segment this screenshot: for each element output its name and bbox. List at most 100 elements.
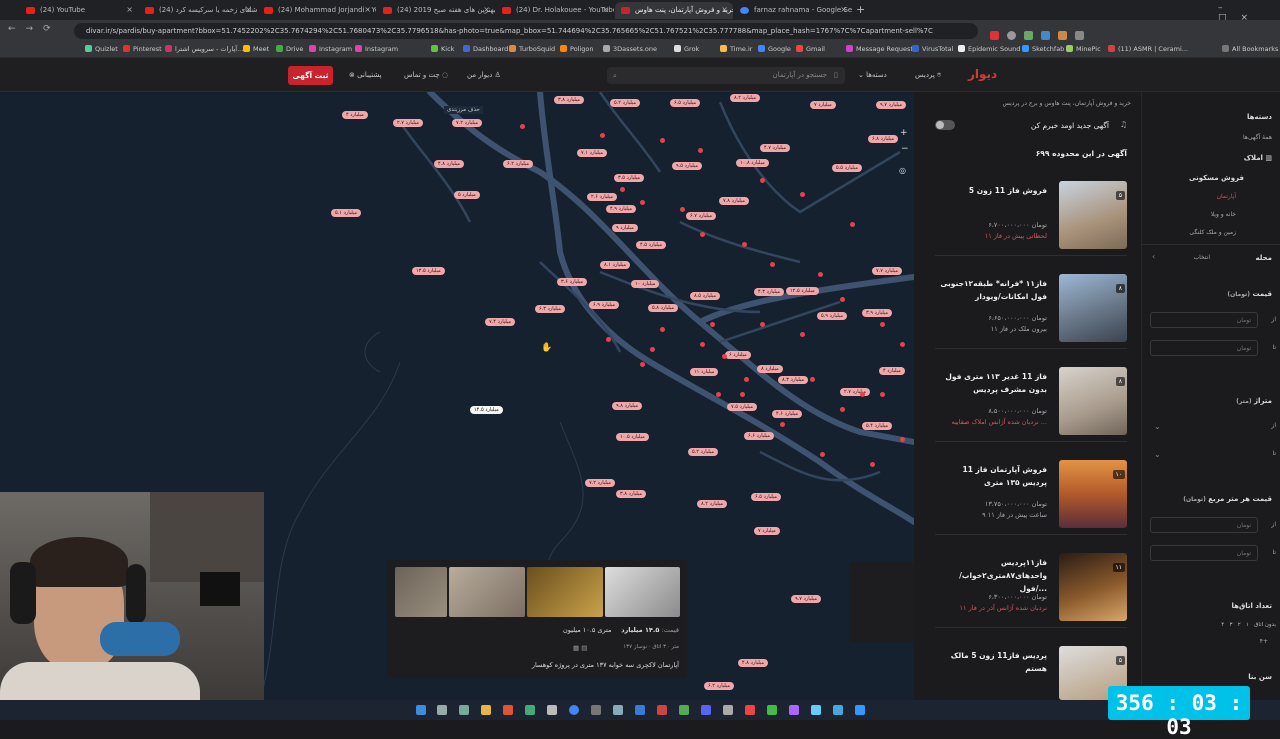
listing-dot[interactable] [640,362,645,367]
room-options[interactable]: بدون اتاق ۱ ۲ ۳ ۴ [1166,622,1276,628]
listing-dot[interactable] [698,148,703,153]
price-pin[interactable]: ۱۰.۵ میلیارد [616,433,649,441]
app-icon[interactable] [525,705,535,715]
price-pin[interactable]: ۴.۷ میلیارد [760,144,791,152]
price-pin[interactable]: ۱۱ میلیارد [690,368,719,376]
post-ad-button[interactable]: ثبت آگهی [288,66,333,85]
listing-dot[interactable] [742,242,747,247]
bookmark[interactable]: آپارات - سرویس اشترا... [165,45,243,53]
listing-dot[interactable] [818,272,823,277]
listing-dot[interactable] [800,192,805,197]
ppm-min-input[interactable]: تومان [1150,517,1258,533]
listing-dot[interactable] [760,178,765,183]
bookmark[interactable]: MinePic [1066,45,1101,53]
bookmark[interactable]: TurboSquid [509,45,555,53]
all-ads-link[interactable]: همهٔ آگهی‌ها [1243,134,1272,141]
search-input[interactable]: جستجو در آپارتمان [607,67,845,84]
zoom-in-icon[interactable]: + [900,128,908,138]
bookmark[interactable]: 3Dassets.one [603,45,657,53]
bookmark[interactable]: Gmail [796,45,825,53]
price-pin[interactable]: ۷ میلیارد [810,101,836,109]
price-pin[interactable]: ۶.۷ میلیارد [686,212,717,220]
bookmark-icon[interactable]: ▯ [834,71,838,79]
price-pin[interactable]: ۹.۷ میلیارد [791,595,822,603]
close-icon[interactable]: × [245,5,252,14]
categories-dropdown[interactable]: ⌄ دسته‌ها [858,71,887,79]
browser-tab[interactable]: (24) Dr. Holakouee - YouTube × [496,2,614,19]
room-option-4plus[interactable]: ۴+ [1260,638,1268,645]
listing-dot[interactable] [680,207,685,212]
price-pin[interactable]: ۸.۵ میلیارد [690,292,721,300]
close-icon[interactable]: × [840,5,847,14]
neighborhood-filter[interactable]: محله [1256,254,1272,262]
price-pin[interactable]: ۶.۲ میلیارد [704,682,735,690]
listing-dot[interactable] [820,452,825,457]
browser-tab[interactable]: (24) شلنای زخمه یا سرکیسه کرد...× [139,2,257,19]
price-pin[interactable]: ۴.۵ میلیارد [636,241,667,249]
browser-tab[interactable]: (24) Mohammad Jorjandi - You...× [258,2,376,19]
price-pin[interactable]: ۶.۳ میلیارد [535,305,566,313]
price-pin[interactable]: ۶ میلیارد [725,351,751,359]
ppm-max-input[interactable]: تومان [1150,545,1258,561]
price-pin[interactable]: ۷.۸ میلیارد [719,197,750,205]
price-min-input[interactable]: تومان [1150,312,1258,328]
app-icon[interactable] [459,705,469,715]
price-pin[interactable]: ۶.۸ میلیارد [868,135,899,143]
bookmark[interactable]: Sketchfab [1022,45,1064,53]
browser-tab-active[interactable]: خرید و فروش آپارتمان، پنت هاوس...× [615,2,733,19]
divar-logo[interactable]: دیوار [968,67,997,81]
settings-icon[interactable] [547,705,557,715]
app-icon[interactable] [613,705,623,715]
price-pin[interactable]: ۷.۵ میلیارد [727,403,758,411]
bookmark[interactable]: Instagram [355,45,398,53]
app-icon[interactable] [723,705,733,715]
listing-dot[interactable] [900,437,905,442]
price-pin[interactable]: ۹.۵ میلیارد [672,162,703,170]
price-pin[interactable]: ۵.۱ میلیارد [331,209,362,217]
price-pin[interactable]: ۶.۹ میلیارد [589,301,620,309]
bookmark[interactable]: Poligon [560,45,594,53]
price-pin[interactable]: ۵.۹ میلیارد [817,312,848,320]
browser-tab[interactable]: farnaz rahnama - Google Search× [734,2,852,19]
listing-item[interactable]: ۱۰ فروش آپارتمان فاز 11 پردیس ۱۳۵ متری ۱… [935,453,1127,535]
locate-icon[interactable]: ◎ [899,166,906,175]
price-pin[interactable]: ۹.۸ میلیارد [612,402,643,410]
support-link[interactable]: ⊗ پشتیبانی [349,71,382,79]
price-pin[interactable]: ۴ میلیارد [879,367,905,375]
listing-dot[interactable] [870,462,875,467]
app-icon[interactable] [811,705,821,715]
price-pin[interactable]: ۷.۲ میلیارد [585,479,616,487]
price-pin[interactable]: ۶.۲ میلیارد [503,160,534,168]
listing-item[interactable]: ۸ فاز 11 غدیر ۱۱۳ متری فول بدون مشرف پرد… [935,360,1127,442]
bookmark[interactable]: All Bookmarks [1222,45,1278,53]
listing-dot[interactable] [880,322,885,327]
price-pin[interactable]: ۲.۶ میلیارد [587,193,618,201]
price-pin[interactable]: ۵.۵ میلیارد [832,164,863,172]
price-pin[interactable]: ۳.۹ میلیارد [862,309,893,317]
price-pin[interactable]: ۳.۶ میلیارد [557,278,588,286]
listing-dot[interactable] [880,392,885,397]
price-pin[interactable]: ۱۰.۸ میلیارد [736,159,769,167]
price-pin[interactable]: ۹ میلیارد [612,224,638,232]
app-icon[interactable] [855,705,865,715]
listing-dot[interactable] [606,337,611,342]
listing-dot[interactable] [660,327,665,332]
listing-dot[interactable] [900,342,905,347]
price-pin[interactable]: ۱۳.۵ میلیارد [412,267,445,275]
listing-dot[interactable] [850,222,855,227]
price-max-input[interactable]: تومان [1150,340,1258,356]
bookmark[interactable]: VirusTotal [912,45,953,53]
listing-dot[interactable] [840,297,845,302]
price-pin[interactable]: ۴.۶ میلیارد [772,410,803,418]
real-estate-category[interactable]: املاک ▥ [1244,154,1272,162]
price-pin[interactable]: ۲.۷ میلیارد [840,388,871,396]
taskview-icon[interactable] [437,705,447,715]
price-pin[interactable]: ۴.۹ میلیارد [606,205,637,213]
price-pin[interactable]: ۵.۴ میلیارد [862,422,893,430]
neighborhood-select[interactable]: انتخاب [1194,254,1211,261]
listing-dot[interactable] [710,322,715,327]
extension-icons[interactable] [990,25,1220,40]
price-pin[interactable]: ۱۰ میلیارد [631,280,660,288]
price-pin[interactable]: ۷.۲ میلیارد [452,119,483,127]
price-pin[interactable]: ۶.۶ میلیارد [744,432,775,440]
